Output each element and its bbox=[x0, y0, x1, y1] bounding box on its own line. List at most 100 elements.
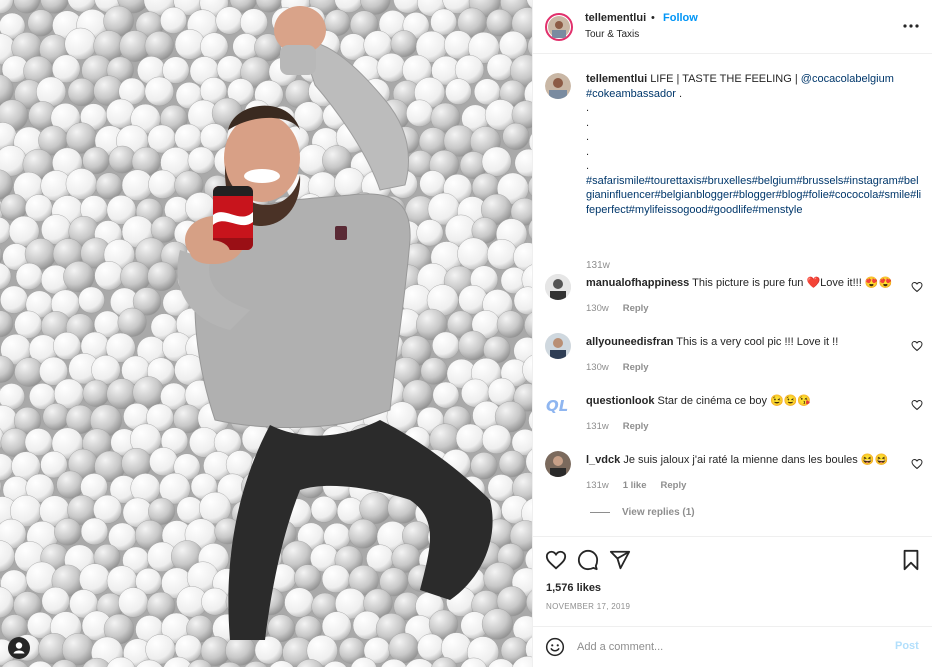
comment-input[interactable] bbox=[577, 638, 877, 656]
ball bbox=[457, 237, 490, 271]
bookmark-icon[interactable] bbox=[900, 549, 922, 571]
ball bbox=[458, 330, 488, 361]
view-replies-button[interactable]: View replies (1) bbox=[590, 507, 695, 518]
ball bbox=[406, 99, 434, 127]
commenter-avatar[interactable] bbox=[545, 333, 571, 359]
comment-time[interactable]: 131w bbox=[586, 480, 609, 491]
comment-body: This is a very cool pic !!! Love it !! bbox=[676, 336, 839, 348]
ball bbox=[481, 424, 512, 454]
heart-icon[interactable] bbox=[545, 549, 567, 571]
commenter-avatar[interactable] bbox=[545, 274, 571, 300]
reply-button[interactable]: Reply bbox=[623, 362, 649, 373]
caption-mention[interactable]: @cocacolabelgium bbox=[801, 73, 894, 85]
heart-icon[interactable] bbox=[911, 340, 923, 352]
ball bbox=[80, 517, 109, 545]
comments-scroll-area[interactable]: tellementlui LIFE | TASTE THE FEELING | … bbox=[533, 55, 932, 535]
comment-username[interactable]: l_vdck bbox=[586, 454, 620, 466]
caption-dot: . bbox=[586, 145, 590, 158]
ball bbox=[187, 146, 215, 174]
comment-body: This picture is pure fun ❤️Love it!!! 😍😍 bbox=[692, 277, 893, 289]
ball bbox=[445, 78, 472, 105]
commenter-avatar[interactable] bbox=[545, 451, 571, 477]
caption-dot: . bbox=[586, 116, 590, 129]
ball bbox=[420, 357, 448, 385]
comment-body: Star de cinéma ce boy 😉😉😘 bbox=[657, 395, 812, 407]
ball bbox=[117, 307, 147, 337]
comment-text: questionlook Star de cinéma ce boy 😉😉😘 bbox=[586, 394, 902, 408]
ball bbox=[94, 261, 124, 291]
caption-hashtags[interactable]: #safarismile#tourettaxis#bruxelles#belgi… bbox=[586, 175, 921, 216]
heart-icon[interactable] bbox=[911, 458, 923, 470]
comment-time[interactable]: 130w bbox=[586, 362, 609, 373]
reply-button[interactable]: Reply bbox=[623, 421, 649, 432]
heart-icon[interactable] bbox=[911, 399, 923, 411]
comment-meta: 130w Reply bbox=[586, 303, 663, 314]
comment-meta: 131w 1 like Reply bbox=[586, 480, 700, 491]
caption-hashtag[interactable]: #cokeambassador bbox=[586, 88, 676, 100]
ball bbox=[216, 55, 244, 83]
ball bbox=[15, 262, 43, 290]
ball bbox=[78, 286, 105, 314]
caption-author-avatar[interactable] bbox=[545, 73, 571, 99]
caption-dot: . bbox=[586, 160, 590, 172]
comment-body: Je suis jaloux j'ai raté la mienne dans … bbox=[623, 454, 889, 466]
separator-dot: • bbox=[651, 12, 655, 24]
caption-time[interactable]: 131w bbox=[586, 260, 610, 271]
comment-username[interactable]: allyouneedisfran bbox=[586, 336, 673, 348]
share-icon[interactable] bbox=[609, 549, 631, 571]
caption-body: LIFE | TASTE THE FEELING | bbox=[650, 73, 798, 85]
comment-time[interactable]: 131w bbox=[586, 421, 609, 432]
post-date[interactable]: NOVEMBER 17, 2019 bbox=[546, 602, 630, 611]
post-button[interactable]: Post bbox=[895, 640, 919, 652]
ball bbox=[56, 470, 85, 499]
ball bbox=[455, 423, 485, 453]
comment-username[interactable]: questionlook bbox=[586, 395, 654, 407]
ball bbox=[481, 146, 512, 177]
comment-item: l_vdck Je suis jaloux j'ai raté la mienn… bbox=[545, 451, 925, 507]
ball bbox=[95, 172, 123, 200]
ball bbox=[496, 310, 525, 338]
ball bbox=[118, 587, 149, 618]
comment-time[interactable]: 130w bbox=[586, 303, 609, 314]
heart-icon[interactable] bbox=[911, 281, 923, 293]
user-tag-icon[interactable] bbox=[8, 637, 30, 659]
ball bbox=[310, 495, 338, 523]
commenter-avatar[interactable]: QL bbox=[545, 392, 571, 418]
ball bbox=[24, 428, 53, 456]
author-avatar[interactable] bbox=[545, 13, 573, 41]
post-panel: tellementlui • Follow Tour & Taxis telle… bbox=[532, 0, 932, 667]
view-replies-label: View replies (1) bbox=[622, 507, 695, 518]
comment-like-count[interactable]: 1 like bbox=[623, 480, 647, 491]
avatar-logo-text: QL bbox=[546, 397, 568, 415]
ball bbox=[27, 9, 55, 37]
ball bbox=[390, 30, 418, 57]
post-photo[interactable] bbox=[0, 0, 532, 667]
ball bbox=[67, 77, 96, 107]
ball bbox=[144, 76, 175, 107]
add-comment-bar: Post bbox=[533, 626, 932, 667]
caption-period: . bbox=[678, 87, 683, 100]
ball bbox=[321, 564, 351, 593]
comment-item: manualofhappiness This picture is pure f… bbox=[545, 274, 925, 330]
like-count[interactable]: 1,576 likes bbox=[546, 582, 601, 594]
emoji-icon[interactable] bbox=[545, 637, 565, 657]
reply-button[interactable]: Reply bbox=[623, 303, 649, 314]
author-username[interactable]: tellementlui bbox=[585, 12, 646, 24]
ball bbox=[215, 6, 244, 35]
reply-button[interactable]: Reply bbox=[661, 480, 687, 491]
caption-dot: . bbox=[586, 131, 590, 143]
ball bbox=[416, 219, 444, 247]
follow-button[interactable]: Follow bbox=[663, 12, 698, 24]
ball bbox=[481, 608, 514, 640]
ball bbox=[502, 122, 530, 150]
comment-username[interactable]: manualofhappiness bbox=[586, 277, 689, 289]
comment-text: manualofhappiness This picture is pure f… bbox=[586, 276, 902, 290]
ball bbox=[149, 447, 179, 476]
comment-icon[interactable] bbox=[577, 549, 599, 571]
caption-username[interactable]: tellementlui bbox=[586, 73, 647, 85]
ball bbox=[41, 586, 70, 616]
ball bbox=[486, 53, 514, 81]
comment-item: QL questionlook Star de cinéma ce boy 😉😉… bbox=[545, 392, 925, 448]
more-icon[interactable] bbox=[901, 16, 921, 36]
post-location[interactable]: Tour & Taxis bbox=[585, 29, 639, 40]
